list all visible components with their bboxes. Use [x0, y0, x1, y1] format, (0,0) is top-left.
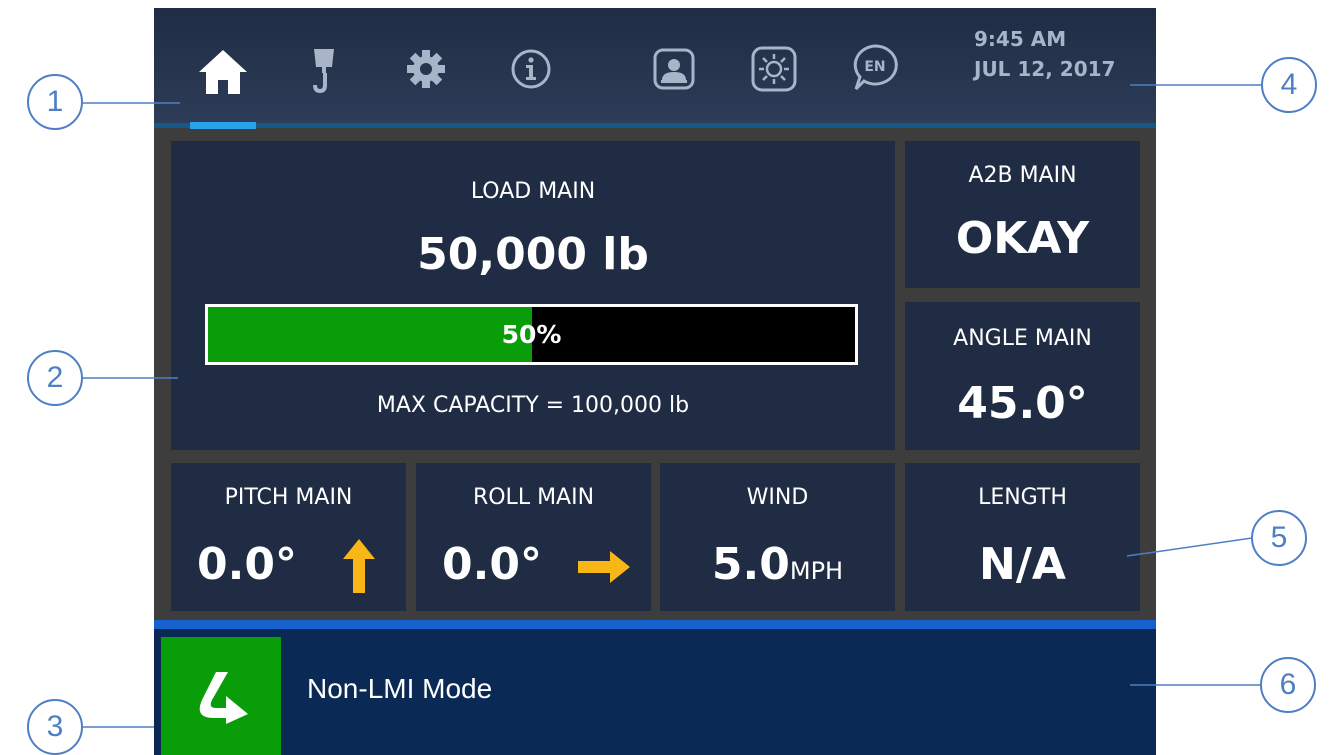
- callout-1: 1: [27, 74, 83, 130]
- callout-2: 2: [27, 350, 83, 406]
- callout-5: 5: [1251, 510, 1307, 566]
- callout-4: 4: [1261, 57, 1317, 113]
- callout-3: 3: [27, 699, 83, 755]
- callout-6: 6: [1260, 657, 1316, 713]
- callout-leader-lines: [83, 84, 1262, 728]
